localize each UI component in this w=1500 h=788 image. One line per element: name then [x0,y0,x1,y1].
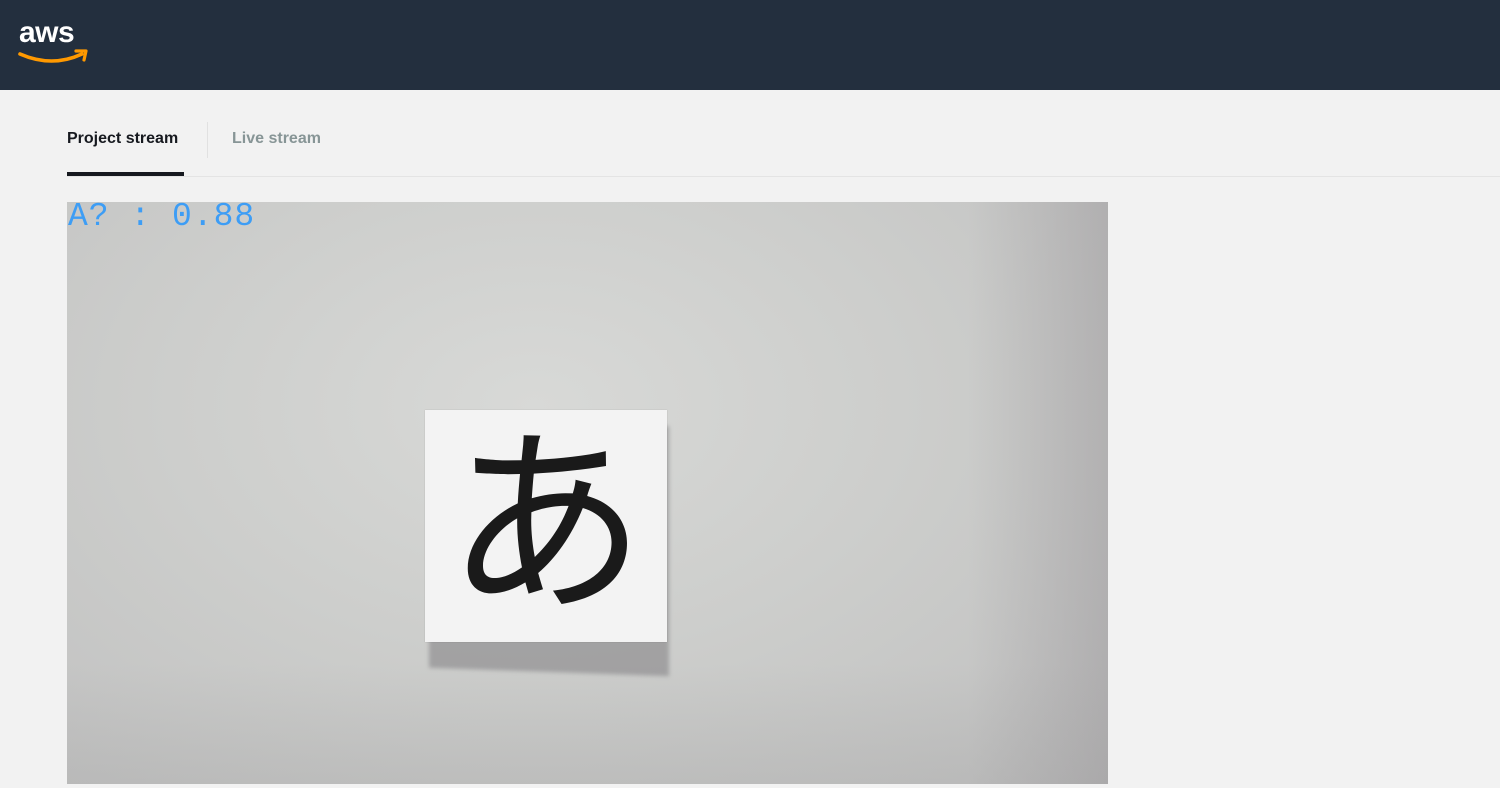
tab-live-stream[interactable]: Live stream [232,130,321,148]
tab-project-stream[interactable]: Project stream [67,130,178,148]
top-navigation-bar: aws [0,0,1500,90]
tab-separator [207,122,208,158]
video-vignette-bottom [67,664,1108,784]
tabs-divider [67,176,1500,177]
video-stream-frame: あ [67,202,1108,784]
aws-smile-icon [18,49,88,63]
active-tab-indicator [67,172,184,176]
stream-tabs: Project stream Live stream [0,90,1500,178]
hiragana-character: あ [445,409,646,642]
aws-logo-text: aws [19,16,75,49]
prediction-label: A? : 0.88 [68,198,256,235]
paper-sign: あ [425,410,667,642]
aws-logo[interactable]: aws [18,16,90,68]
